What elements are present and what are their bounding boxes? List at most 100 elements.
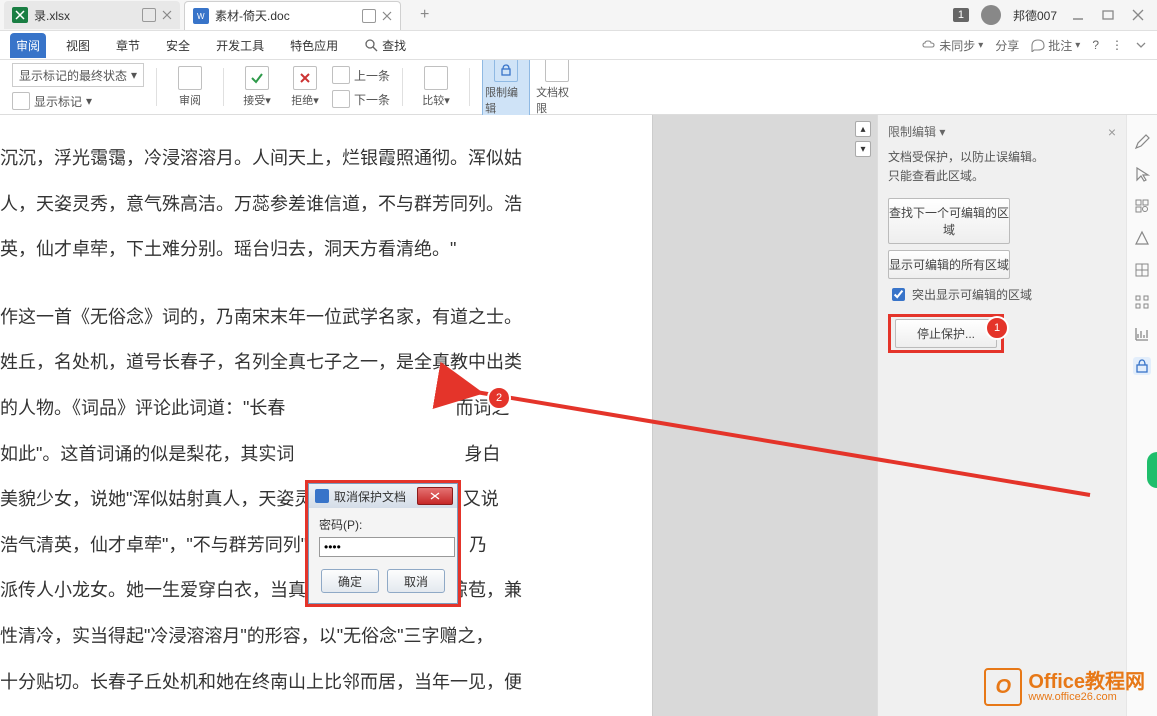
search-icon xyxy=(364,38,378,52)
collapse-ribbon-icon[interactable] xyxy=(1135,39,1147,51)
show-all-regions-button[interactable]: 显示可编辑的所有区域 xyxy=(888,250,1010,279)
accept-button[interactable]: 接受▾ xyxy=(236,66,278,108)
text-line: 英，仙才卓荦，下土难分别。瑶台归去，洞天方看清绝。" xyxy=(0,239,456,259)
review-button[interactable]: 审阅 xyxy=(169,66,211,108)
text-line: 身白 xyxy=(464,444,500,464)
dialog-ok-button[interactable]: 确定 xyxy=(321,569,379,593)
pen-icon[interactable] xyxy=(1133,133,1151,151)
reject-icon xyxy=(293,66,317,90)
next-icon xyxy=(332,90,350,108)
menu-right: 未同步▾ 分享 批注▾ ? ⋮ xyxy=(922,37,1147,54)
tab-restore-icon[interactable] xyxy=(362,9,376,23)
highlight-checkbox-input[interactable] xyxy=(892,288,905,301)
restrict-editing-panel: 限制编辑 ▾ × 文档受保护，以防止误编辑。只能查看此区域。 查找下一个可编辑的… xyxy=(877,115,1126,716)
side-widget-icon[interactable] xyxy=(1147,452,1157,488)
user-avatar[interactable] xyxy=(981,5,1001,25)
menu-devtools[interactable]: 开发工具 xyxy=(210,33,270,58)
password-input[interactable] xyxy=(319,537,455,557)
menu-security[interactable]: 安全 xyxy=(160,33,196,58)
window-close-icon[interactable] xyxy=(1129,8,1147,22)
tab-xlsx-label: 录.xlsx xyxy=(34,7,70,24)
watermark-url: www.office26.com xyxy=(1028,692,1145,703)
marker-up-icon[interactable]: ▴ xyxy=(855,121,871,137)
xls-icon xyxy=(12,7,28,23)
lock-panel-icon[interactable] xyxy=(1133,357,1151,375)
settings-icon[interactable] xyxy=(1133,197,1151,215)
comment-icon xyxy=(1031,38,1045,52)
lock-icon xyxy=(494,58,518,82)
restrict-edit-button[interactable]: 限制编辑 xyxy=(482,55,530,119)
watermark-icon: O xyxy=(984,668,1022,706)
next-change-button[interactable]: 下一条 xyxy=(332,89,390,109)
dialog-titlebar[interactable]: 取消保护文档 xyxy=(309,484,457,508)
markup-icon xyxy=(12,92,30,110)
tab-doc[interactable]: W 素材-倚天.doc xyxy=(184,1,401,30)
share-button[interactable]: 分享 xyxy=(995,37,1019,54)
tab-bar: 录.xlsx W 素材-倚天.doc + 1 邦德007 xyxy=(0,0,1157,31)
chart-icon[interactable] xyxy=(1133,325,1151,343)
prev-icon xyxy=(332,66,350,84)
titlebar-right: 1 邦德007 xyxy=(953,5,1147,25)
text-line: 作这一首《无俗念》词的，乃南宋末年一位武学名家，有道之士。 xyxy=(0,307,522,327)
workspace: 沉沉，浮光霭霭，冷浸溶溶月。人间天上，烂银霞照通彻。浑似姑 人，天姿灵秀，意气殊… xyxy=(0,115,1157,716)
tab-close-icon[interactable] xyxy=(382,11,392,21)
doc-icon xyxy=(315,489,329,503)
menu-review[interactable]: 审阅 xyxy=(10,33,46,58)
stop-protection-button[interactable]: 停止保护... xyxy=(895,319,997,348)
tab-doc-label: 素材-倚天.doc xyxy=(215,7,290,24)
sync-status[interactable]: 未同步▾ xyxy=(922,37,983,54)
text-line: 的人物。《词品》评论此词道："长春 xyxy=(0,398,285,418)
menu-search[interactable]: 查找 xyxy=(358,33,412,58)
doc-icon: W xyxy=(193,8,209,24)
tab-restore-icon[interactable] xyxy=(142,8,156,22)
comment-button[interactable]: 批注▾ xyxy=(1031,37,1080,54)
notification-badge[interactable]: 1 xyxy=(953,8,969,22)
text-line: 如此"。这首词诵的似是梨花，其实词 xyxy=(0,444,294,464)
permission-icon xyxy=(545,58,569,82)
tab-close-icon[interactable] xyxy=(162,10,172,20)
text-line: 十分贴切。长春子丘处机和她在终南山上比邻而居，当年一见，便 xyxy=(0,672,522,692)
password-label: 密码(P): xyxy=(319,518,362,532)
review-icon xyxy=(178,66,202,90)
dialog-cancel-button[interactable]: 取消 xyxy=(387,569,445,593)
highlight-regions-checkbox[interactable]: 突出显示可编辑的区域 xyxy=(888,285,1116,304)
reject-button[interactable]: 拒绝▾ xyxy=(284,66,326,108)
doc-zoom-controls: ▴ ▾ xyxy=(855,121,871,157)
more-menu-icon[interactable]: ⋮ xyxy=(1111,38,1123,52)
grid-icon[interactable] xyxy=(1133,261,1151,279)
tab-xlsx[interactable]: 录.xlsx xyxy=(4,1,180,29)
menu-view[interactable]: 视图 xyxy=(60,33,96,58)
watermark-title: Office教程网 xyxy=(1028,672,1145,692)
cloud-icon xyxy=(922,38,936,52)
compare-button[interactable]: 比较▾ xyxy=(415,66,457,108)
show-markup-button[interactable]: 显示标记▾ xyxy=(12,91,144,111)
compare-icon xyxy=(424,66,448,90)
panel-title: 限制编辑 ▾ xyxy=(888,123,945,140)
shape-icon[interactable] xyxy=(1133,229,1151,247)
panel-description: 文档受保护，以防止误编辑。只能查看此区域。 xyxy=(888,148,1116,186)
menu-chapter[interactable]: 章节 xyxy=(110,33,146,58)
apps-icon[interactable] xyxy=(1133,293,1151,311)
help-button[interactable]: ? xyxy=(1092,38,1099,52)
document-page[interactable]: 沉沉，浮光霭霭，冷浸溶溶月。人间天上，烂银霞照通彻。浑似姑 人，天姿灵秀，意气殊… xyxy=(0,115,652,716)
document-margin: ▴ ▾ xyxy=(652,115,877,716)
text-line: 人，天姿灵秀，意气殊高洁。万蕊参差谁信道，不与群芳同列。浩 xyxy=(0,194,522,214)
marker-down-icon[interactable]: ▾ xyxy=(855,141,871,157)
panel-close-button[interactable]: × xyxy=(1108,124,1116,140)
dialog-close-button[interactable] xyxy=(417,487,453,505)
window-minimize-icon[interactable] xyxy=(1069,8,1087,22)
password-dialog: 取消保护文档 密码(P): 确定 取消 xyxy=(308,483,458,604)
text-line: 沉沉，浮光霭霭，冷浸溶溶月。人间天上，烂银霞照通彻。浑似姑 xyxy=(0,148,522,168)
menu-special[interactable]: 特色应用 xyxy=(284,33,344,58)
prev-change-button[interactable]: 上一条 xyxy=(332,65,390,85)
markup-state-dropdown[interactable]: 显示标记的最终状态▾ xyxy=(12,63,144,87)
document-area: 沉沉，浮光霭霭，冷浸溶溶月。人间天上，烂银霞照通彻。浑似姑 人，天姿灵秀，意气殊… xyxy=(0,115,877,716)
side-toolbar xyxy=(1126,115,1157,716)
window-maximize-icon[interactable] xyxy=(1099,8,1117,22)
doc-permission-button[interactable]: 文档权限 xyxy=(536,58,578,116)
cursor-icon[interactable] xyxy=(1133,165,1151,183)
find-next-region-button[interactable]: 查找下一个可编辑的区域 xyxy=(888,198,1010,244)
annotation-marker-1: 1 xyxy=(985,316,1009,340)
new-tab-button[interactable]: + xyxy=(405,1,445,29)
text-line: 姓丘，名处机，道号长春子，名列全真七子之一，是全真教中出类 xyxy=(0,352,522,372)
